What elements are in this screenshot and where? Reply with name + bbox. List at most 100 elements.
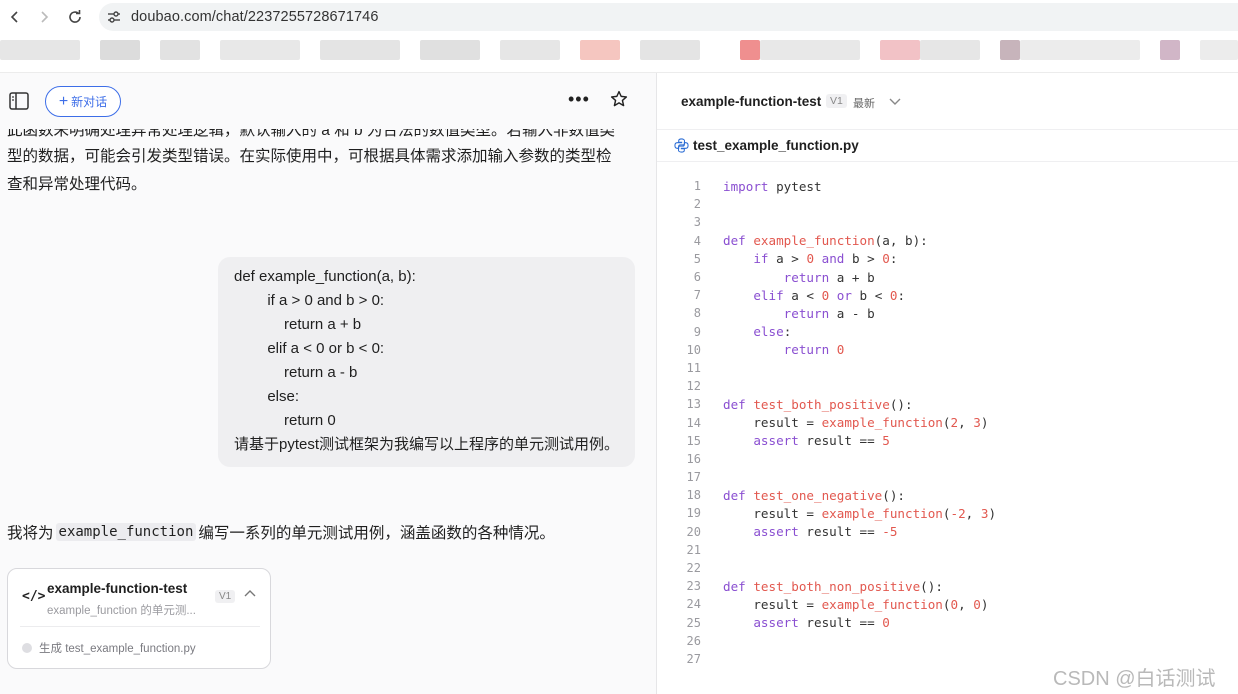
bookmark-item[interactable] (420, 40, 480, 60)
code-line: 1 import pytest (657, 177, 1238, 195)
address-bar[interactable]: doubao.com/chat/2237255728671746 (99, 3, 1238, 31)
browser-toolbar: doubao.com/chat/2237255728671746 (0, 0, 1238, 34)
intro-line: 型的数据，可能会引发类型错误。在实际使用中，可根据具体需求添加输入参数的类型检 (7, 148, 612, 165)
new-chat-button[interactable]: + 新对话 (45, 86, 121, 117)
intro-line: 查和异常处理代码。 (7, 176, 147, 193)
bookmark-item[interactable] (740, 40, 760, 60)
code-line: 15 assert result == 5 (657, 432, 1238, 450)
artifact-header: example-function-test V1 最新 (657, 73, 1238, 130)
message-line: return a + b (234, 316, 362, 333)
code-line: 7 elif a < 0 or b < 0: (657, 286, 1238, 304)
message-line: return 0 (234, 412, 336, 429)
line-number: 13 (686, 397, 701, 412)
message-line: return a - b (234, 364, 358, 381)
version-badge: V1 (826, 94, 847, 108)
code-line: 13 def test_both_positive(): (657, 395, 1238, 413)
bookmarks-bar (0, 34, 1238, 72)
code-line: 26 (657, 632, 1238, 650)
code-line: 12 (657, 377, 1238, 395)
card-subtitle: example_function 的单元测... (47, 605, 196, 617)
line-number: 4 (693, 233, 701, 248)
bookmark-item[interactable] (880, 40, 920, 60)
code-line: 11 (657, 359, 1238, 377)
code-line: 4 def example_function(a, b): (657, 232, 1238, 250)
code-line: 6 return a + b (657, 268, 1238, 286)
bookmark-item[interactable] (100, 40, 140, 60)
message-line: 请基于pytest测试框架为我编写以上程序的单元测试用例。 (234, 436, 620, 453)
status-dot (22, 643, 32, 653)
bookmark-item[interactable] (920, 40, 980, 60)
bookmark-item[interactable] (320, 40, 400, 60)
sidebar-toggle-icon[interactable] (9, 92, 29, 110)
bookmark-item[interactable] (1160, 40, 1180, 60)
chevron-down-icon[interactable] (888, 94, 902, 108)
answer-suffix: 编写一系列的单元测试用例，涵盖函数的各种情况。 (198, 525, 555, 542)
code-line: 16 (657, 450, 1238, 468)
line-number: 18 (686, 488, 701, 503)
forward-icon[interactable] (29, 2, 59, 32)
line-number: 20 (686, 524, 701, 539)
code-line: 9 else: (657, 323, 1238, 341)
message-line: def example_function(a, b): (234, 268, 416, 285)
line-number: 21 (686, 542, 701, 557)
line-number: 15 (686, 433, 701, 448)
card-title: example-function-test (47, 581, 188, 596)
line-number: 11 (686, 360, 701, 375)
inline-code: example_function (55, 523, 197, 541)
code-line: 21 (657, 541, 1238, 559)
assistant-answer: 我将为 example_function 编写一系列的单元测试用例，涵盖函数的各… (7, 521, 555, 543)
bookmark-item[interactable] (1200, 40, 1238, 60)
star-icon[interactable] (610, 90, 630, 110)
line-number: 9 (693, 324, 701, 339)
line-number: 24 (686, 597, 701, 612)
line-number: 3 (693, 215, 701, 230)
bookmark-item[interactable] (1020, 40, 1140, 60)
code-line: 20 assert result == -5 (657, 523, 1238, 541)
code-line: 10 return 0 (657, 341, 1238, 359)
version-badge: V1 (215, 590, 236, 603)
message-line: elif a < 0 or b < 0: (234, 340, 385, 357)
code-line: 24 result = example_function(0, 0) (657, 595, 1238, 613)
bookmark-item[interactable] (580, 40, 620, 60)
line-number: 5 (693, 251, 701, 266)
bookmark-item[interactable] (220, 40, 300, 60)
line-number: 23 (686, 579, 701, 594)
card-status: 生成 test_example_function.py (39, 643, 196, 655)
artifact-title: example-function-test (681, 94, 822, 109)
python-file-icon (674, 138, 689, 153)
card-divider (20, 626, 260, 627)
bookmark-item[interactable] (640, 40, 700, 60)
line-number: 6 (693, 270, 701, 285)
artifact-pane: example-function-test V1 最新 test_example… (657, 73, 1238, 694)
reload-icon[interactable] (60, 2, 90, 32)
url-text: doubao.com/chat/2237255728671746 (131, 9, 379, 25)
bookmark-item[interactable] (160, 40, 200, 60)
code-line: 23 def test_both_non_positive(): (657, 577, 1238, 595)
new-chat-label: 新对话 (71, 95, 108, 109)
code-line: 22 (657, 559, 1238, 577)
code-editor[interactable]: 1 import pytest 2 3 4 def example_function… (657, 177, 1238, 668)
code-line: 25 assert result == 0 (657, 614, 1238, 632)
line-number: 22 (686, 561, 701, 576)
file-tab[interactable]: test_example_function.py (657, 130, 1238, 162)
line-number: 25 (686, 615, 701, 630)
site-settings-icon[interactable] (107, 9, 123, 25)
bookmark-item[interactable] (760, 40, 860, 60)
bookmark-item[interactable] (1000, 40, 1020, 60)
line-number: 7 (693, 288, 701, 303)
line-number: 12 (686, 379, 701, 394)
line-number: 27 (686, 651, 701, 666)
more-options-icon[interactable]: ••• (568, 89, 590, 110)
bookmark-item[interactable] (0, 40, 80, 60)
bookmark-item[interactable] (500, 40, 560, 60)
latest-label: 最新 (853, 98, 875, 110)
artifact-card[interactable]: </> example-function-test example_functi… (7, 568, 271, 669)
chat-pane: + 新对话 ••• 此函数未明确处理异常处理逻辑，默认输入的 a 和 b 为合法… (0, 73, 656, 694)
line-number: 1 (693, 179, 701, 194)
back-icon[interactable] (0, 2, 30, 32)
chat-toolbar: + 新对话 ••• (0, 73, 656, 129)
code-line: 17 (657, 468, 1238, 486)
file-name: test_example_function.py (693, 138, 859, 153)
user-message-bubble: def example_function(a, b): if a > 0 and… (218, 257, 635, 467)
chevron-up-icon[interactable] (243, 587, 257, 601)
